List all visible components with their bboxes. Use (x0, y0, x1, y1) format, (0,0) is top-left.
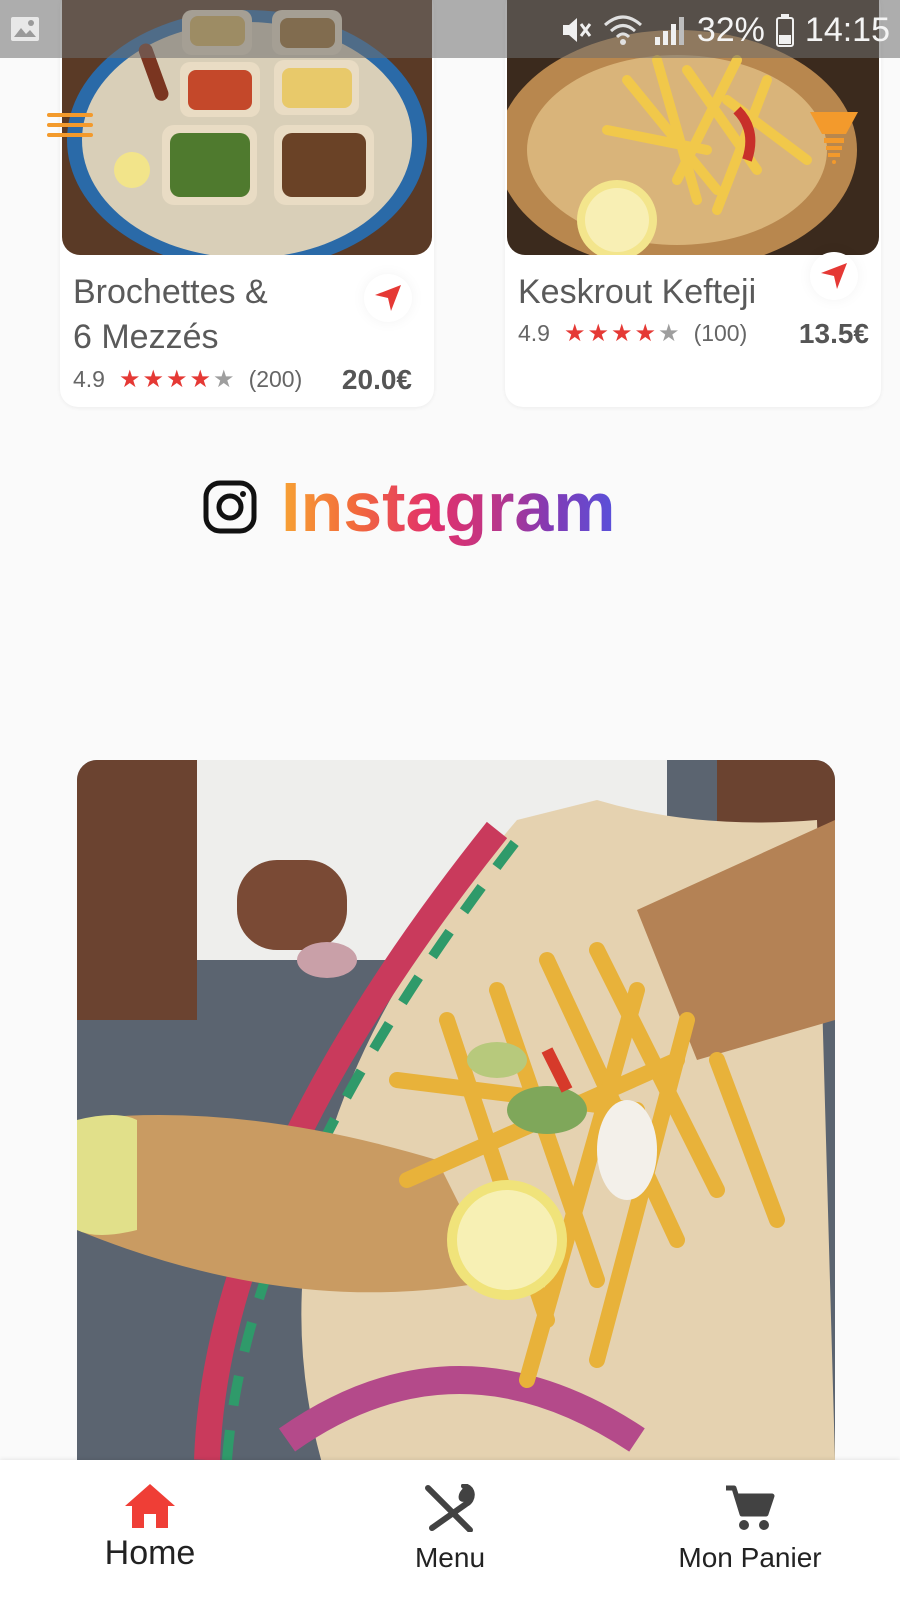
star-icon: ★ (658, 319, 680, 347)
tab-home[interactable]: Home (95, 1460, 205, 1600)
cart-icon (726, 1485, 775, 1530)
instagram-heading[interactable]: Instagram (203, 468, 616, 546)
product-card[interactable]: Keskrout Kefteji 4.9 ★ ★ ★ ★ ★ (100) 13.… (505, 0, 881, 407)
product-price: 13.5€ (798, 318, 869, 349)
tab-menu-label: Menu (414, 1542, 486, 1573)
hamburger-line (47, 113, 93, 117)
star-icon: ★ (189, 365, 212, 393)
cart-button[interactable] (808, 104, 860, 164)
mute-icon (562, 18, 592, 42)
instagram-label: Instagram (281, 468, 616, 546)
status-bar: 32% 14:15 (0, 0, 900, 58)
tab-mon-panier-label: Mon Panier (678, 1542, 822, 1573)
product-title: Brochettes & 6 Mezzés (73, 273, 268, 356)
rating-row: 4.9 ★ ★ ★ ★ ★ (200) (73, 366, 302, 393)
clock: 14:15 (804, 10, 890, 49)
signal-icon (654, 17, 684, 45)
product-price: 20.0€ (341, 364, 412, 395)
star-icon: ★ (213, 365, 235, 393)
navigation-arrow-icon (821, 263, 847, 289)
rating-value: 4.9 (518, 320, 550, 346)
instagram-icon (203, 480, 257, 534)
tab-menu[interactable]: Menu (395, 1460, 505, 1600)
bottom-navigation: Home Menu Mon Panier (0, 1460, 900, 1600)
rating-row: 4.9 ★ ★ ★ ★ ★ (100) (518, 320, 747, 347)
tab-mon-panier[interactable]: Mon Panier (655, 1460, 845, 1600)
fork-knife-icon (425, 1484, 475, 1532)
battery-icon (775, 14, 794, 47)
star-icon: ★ (611, 319, 633, 347)
star-icon: ★ (634, 319, 657, 347)
home-icon (125, 1484, 175, 1528)
star-icon: ★ (166, 365, 188, 393)
review-count: (100) (693, 320, 748, 346)
tab-home-label: Home (104, 1534, 196, 1572)
star-icon: ★ (587, 319, 610, 347)
review-count: (200) (248, 366, 303, 392)
battery-percent: 32% (696, 10, 765, 49)
product-card[interactable]: Brochettes & 6 Mezzés 4.9 ★ ★ ★ ★ ★ (200… (60, 0, 434, 407)
hamburger-line (47, 133, 93, 137)
hamburger-menu-button[interactable] (47, 113, 93, 145)
star-rating: ★ ★ ★ ★ ★ (118, 365, 235, 393)
rating-value: 4.9 (73, 366, 105, 392)
image-notification-icon (11, 17, 39, 41)
hamburger-line (47, 123, 93, 127)
star-rating: ★ ★ ★ ★ ★ (563, 319, 680, 347)
status-indicators: 32% 14:15 (559, 10, 890, 50)
star-icon: ★ (142, 365, 165, 393)
star-icon: ★ (118, 365, 141, 393)
navigation-arrow-icon (375, 285, 401, 311)
product-title: Keskrout Kefteji (518, 273, 757, 311)
navigate-button[interactable] (810, 252, 858, 300)
navigate-button[interactable] (364, 274, 412, 322)
instagram-photo[interactable] (77, 760, 835, 1460)
star-icon: ★ (563, 319, 586, 347)
wifi-icon (603, 15, 642, 45)
